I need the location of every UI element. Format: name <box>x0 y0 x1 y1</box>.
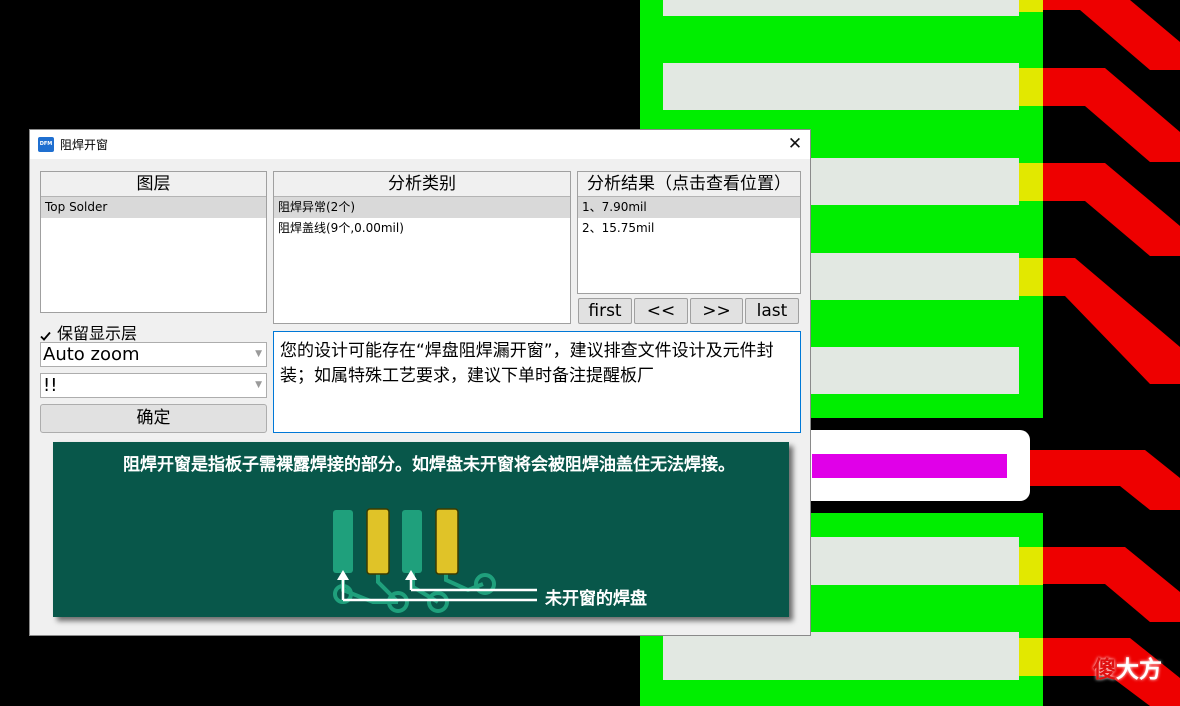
illustration-label: 未开窗的焊盘 <box>545 589 647 609</box>
result-item-2[interactable]: 2、15.75mil <box>578 218 800 239</box>
zoom-select-value: Auto zoom <box>43 344 140 365</box>
last-button[interactable]: last <box>745 298 799 324</box>
close-button[interactable]: ✕ <box>780 130 810 159</box>
category-item-mask-cover-line[interactable]: 阻焊盖线(9个,0.00mil) <box>274 218 570 239</box>
result-list[interactable]: 分析结果（点击查看位置） 1、7.90mil 2、15.75mil <box>577 171 801 294</box>
zoom-select[interactable]: Auto zoom ▼ <box>40 342 267 367</box>
result-item-1[interactable]: 1、7.90mil <box>578 197 800 218</box>
solder-mask-dialog: DFM 阻焊开窗 ✕ 图层 Top Solder 分析类别 阻焊异常(2个) 阻… <box>29 129 811 636</box>
category-list-header[interactable]: 分析类别 <box>274 172 570 197</box>
chevron-down-icon[interactable]: ▼ <box>255 374 262 397</box>
prev-button[interactable]: << <box>634 298 688 324</box>
watermark-logo: 傻大方 <box>1093 650 1162 684</box>
pad-diagram <box>333 508 537 613</box>
chevron-down-icon[interactable]: ▼ <box>255 343 262 366</box>
category-list[interactable]: 分析类别 阻焊异常(2个) 阻焊盖线(9个,0.00mil) <box>273 171 571 324</box>
severity-select-value: !! <box>43 375 58 396</box>
dfm-app-icon: DFM <box>38 137 54 152</box>
category-item-mask-anomaly[interactable]: 阻焊异常(2个) <box>274 197 570 218</box>
dialog-title: 阻焊开窗 <box>60 138 109 152</box>
layer-list[interactable]: 图层 Top Solder <box>40 171 267 313</box>
watermark-suffix: 大方 <box>1116 657 1162 683</box>
keep-layer-label: 保留显示层 <box>57 324 138 343</box>
watermark-prefix: 傻 <box>1093 657 1116 683</box>
first-button[interactable]: first <box>578 298 632 324</box>
pcb-magenta-pad <box>800 430 1030 501</box>
explanation-illustration: 阻焊开窗是指板子需裸露焊接的部分。如焊盘未开窗将会被阻焊油盖住无法焊接。 未开窗… <box>53 442 789 617</box>
checkmark-icon[interactable] <box>40 327 51 341</box>
advice-textbox[interactable]: 您的设计可能存在“焊盘阻焊漏开窗”，建议排查文件设计及元件封装；如属特殊工艺要求… <box>273 331 801 433</box>
layer-list-header[interactable]: 图层 <box>41 172 266 197</box>
severity-select[interactable]: !! ▼ <box>40 373 267 398</box>
keep-layer-checkbox[interactable]: 保留显示层 <box>40 320 137 344</box>
layer-item-top-solder[interactable]: Top Solder <box>41 197 266 218</box>
result-list-header[interactable]: 分析结果（点击查看位置） <box>578 172 800 197</box>
confirm-button[interactable]: 确定 <box>40 404 267 433</box>
dialog-titlebar[interactable]: DFM 阻焊开窗 ✕ <box>30 130 810 159</box>
next-button[interactable]: >> <box>690 298 743 324</box>
